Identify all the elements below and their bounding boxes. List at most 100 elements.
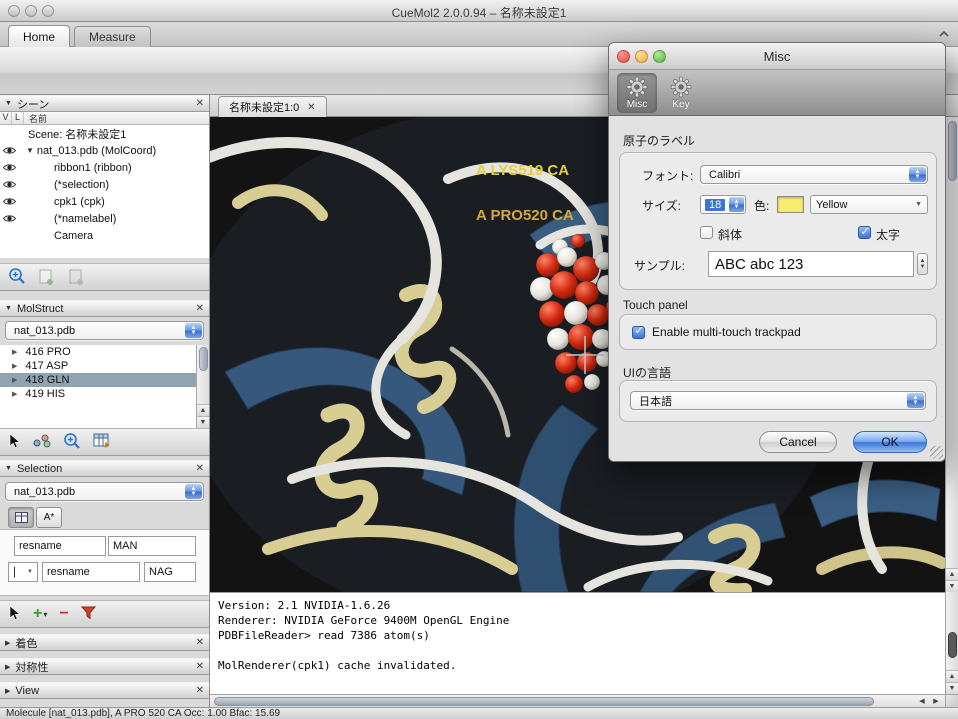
add-object-button[interactable] xyxy=(68,267,86,288)
ok-button[interactable]: OK xyxy=(853,431,927,453)
column-name[interactable]: 名前 xyxy=(24,112,47,124)
scrollbar-thumb[interactable] xyxy=(214,697,874,706)
scroll-down-arrow-icon[interactable]: ▼ xyxy=(946,682,958,694)
collapse-triangle-icon[interactable]: ▼ xyxy=(5,465,12,472)
tab-measure[interactable]: Measure xyxy=(74,26,151,47)
scrollbar-thumb[interactable] xyxy=(199,347,208,371)
scrollbar-thumb[interactable] xyxy=(948,121,957,181)
bold-checkbox[interactable] xyxy=(858,226,871,239)
selection-value-input-2[interactable] xyxy=(144,562,196,582)
log-console[interactable]: Version: 2.1 NVIDIA-1.6.26 Renderer: NVI… xyxy=(210,592,945,694)
font-select[interactable]: Calibri ▲▼ xyxy=(700,165,928,184)
selection-key-input-1[interactable] xyxy=(14,536,106,556)
tree-row-cpk[interactable]: cpk1 (cpk) xyxy=(0,193,209,210)
selection-panel-header[interactable]: ▼ Selection ✕ xyxy=(0,460,209,477)
close-panel-icon[interactable]: ✕ xyxy=(196,685,204,696)
dialog-tool-misc[interactable]: Misc xyxy=(617,73,657,113)
visibility-eye-icon[interactable] xyxy=(3,214,16,223)
scroll-down-arrow-icon[interactable]: ▼ xyxy=(197,416,209,428)
expand-chevron-icon[interactable]: ▶ xyxy=(12,376,17,384)
column-visible[interactable]: V xyxy=(0,112,12,124)
collapse-triangle-icon[interactable]: ▼ xyxy=(5,305,12,312)
tree-row-molcoord[interactable]: ▼ nat_013.pdb (MolCoord) xyxy=(0,142,209,159)
tree-row-namelabel[interactable]: (*namelabel) xyxy=(0,210,209,227)
remove-term-button[interactable]: − xyxy=(59,607,68,621)
scroll-up-arrow-icon[interactable]: ▲ xyxy=(197,404,209,416)
add-term-button[interactable]: +▾ xyxy=(33,607,47,621)
close-panel-icon[interactable]: ✕ xyxy=(196,303,204,314)
visibility-eye-icon[interactable] xyxy=(3,163,16,172)
molstruct-panel-header[interactable]: ▼ MolStruct ✕ xyxy=(0,300,209,317)
selection-molecule-select[interactable]: nat_013.pdb ▲▼ xyxy=(5,482,204,501)
expand-chevron-icon[interactable]: ▶ xyxy=(12,390,17,398)
collapse-triangle-icon[interactable]: ▼ xyxy=(5,100,12,107)
color-swatch[interactable] xyxy=(777,196,804,213)
collapse-ribbon-chevron-icon[interactable] xyxy=(938,30,950,38)
visibility-eye-icon[interactable] xyxy=(3,146,16,155)
residue-list-scrollbar[interactable]: ▲ ▼ xyxy=(196,345,209,428)
horizontal-scrollbar[interactable]: ◀ ▶ xyxy=(210,694,945,707)
collapsed-triangle-icon[interactable]: ▶ xyxy=(5,639,10,647)
collapsed-triangle-icon[interactable]: ▶ xyxy=(5,687,10,695)
disclosure-triangle-icon[interactable]: ▼ xyxy=(26,146,34,155)
size-combo[interactable]: 18 ▲▼ xyxy=(700,195,746,214)
log-vertical-scrollbar[interactable]: ▲ ▼ xyxy=(945,592,958,694)
select-cursor-button[interactable] xyxy=(8,605,21,624)
column-lock[interactable]: L xyxy=(12,112,24,124)
residue-row[interactable]: ▶416 PRO xyxy=(0,345,209,359)
clear-selection-button[interactable] xyxy=(81,606,96,622)
scene-panel-header[interactable]: ▼ シーン ✕ xyxy=(0,95,209,112)
zoom-to-residue-button[interactable] xyxy=(63,432,81,453)
collapsed-triangle-icon[interactable]: ▶ xyxy=(5,663,10,671)
atoms-tool-button[interactable] xyxy=(33,434,51,451)
close-tab-icon[interactable]: ✕ xyxy=(307,102,315,113)
tree-row-camera[interactable]: Camera xyxy=(0,227,209,244)
coloring-panel-header[interactable]: ▶ 着色 ✕ xyxy=(0,634,209,651)
resize-corner-grip[interactable] xyxy=(945,694,958,707)
expand-chevron-icon[interactable]: ▶ xyxy=(12,348,17,356)
dialog-tool-key[interactable]: Key xyxy=(661,73,701,113)
close-panel-icon[interactable]: ✕ xyxy=(196,661,204,672)
tree-row-scene[interactable]: Scene: 名称未設定1 xyxy=(0,125,209,142)
multitouch-checkbox[interactable] xyxy=(632,326,645,339)
color-select[interactable]: Yellow ▼ xyxy=(810,195,928,214)
selection-key-input-2[interactable] xyxy=(42,562,140,582)
scroll-up-arrow-icon[interactable]: ▲ xyxy=(946,670,958,682)
italic-checkbox[interactable] xyxy=(700,226,713,239)
visibility-eye-icon[interactable] xyxy=(3,180,16,189)
molstruct-molecule-select[interactable]: nat_013.pdb ▲▼ xyxy=(5,321,204,340)
add-renderer-button[interactable] xyxy=(38,267,56,288)
tab-home[interactable]: Home xyxy=(8,25,70,47)
dialog-resize-grip[interactable] xyxy=(930,446,943,459)
view-panel-header[interactable]: ▶ View ✕ xyxy=(0,682,209,699)
residue-row[interactable]: ▶419 HIS xyxy=(0,387,209,401)
document-tab[interactable]: 名称未設定1:0 ✕ xyxy=(218,96,327,117)
scrollbar-thumb[interactable] xyxy=(948,632,957,658)
scroll-left-arrow-icon[interactable]: ◀ xyxy=(915,695,929,707)
uilang-select[interactable]: 日本語 ▲▼ xyxy=(630,391,926,410)
cancel-button[interactable]: Cancel xyxy=(759,431,837,453)
tree-row-selection[interactable]: (*selection) xyxy=(0,176,209,193)
selection-table-mode-button[interactable] xyxy=(8,507,34,528)
zoom-in-tool-button[interactable] xyxy=(8,267,26,288)
residue-row-selected[interactable]: ▶418 GLN xyxy=(0,373,209,387)
viewport-vertical-scrollbar[interactable]: ▲ ▼ xyxy=(945,117,958,592)
close-panel-icon[interactable]: ✕ xyxy=(196,637,204,648)
scroll-down-arrow-icon[interactable]: ▼ xyxy=(946,580,958,592)
combo-stepper-icon[interactable]: ▲▼ xyxy=(729,197,744,212)
selection-operator-select[interactable]: | ▼ xyxy=(8,562,38,582)
visibility-eye-icon[interactable] xyxy=(3,197,16,206)
selection-atom-mode-button[interactable]: A* xyxy=(36,507,62,528)
export-table-button[interactable] xyxy=(93,433,111,452)
sample-input[interactable] xyxy=(708,251,914,277)
symmetry-panel-header[interactable]: ▶ 対称性 ✕ xyxy=(0,658,209,675)
selection-value-input-1[interactable] xyxy=(108,536,196,556)
sample-stepper-icon[interactable]: ▲▼ xyxy=(917,253,928,275)
close-panel-icon[interactable]: ✕ xyxy=(196,98,204,109)
scroll-right-arrow-icon[interactable]: ▶ xyxy=(929,695,943,707)
expand-chevron-icon[interactable]: ▶ xyxy=(12,362,17,370)
scroll-up-arrow-icon[interactable]: ▲ xyxy=(946,568,958,580)
tree-row-ribbon[interactable]: ribbon1 (ribbon) xyxy=(0,159,209,176)
select-cursor-button[interactable] xyxy=(8,433,21,452)
close-panel-icon[interactable]: ✕ xyxy=(196,463,204,474)
